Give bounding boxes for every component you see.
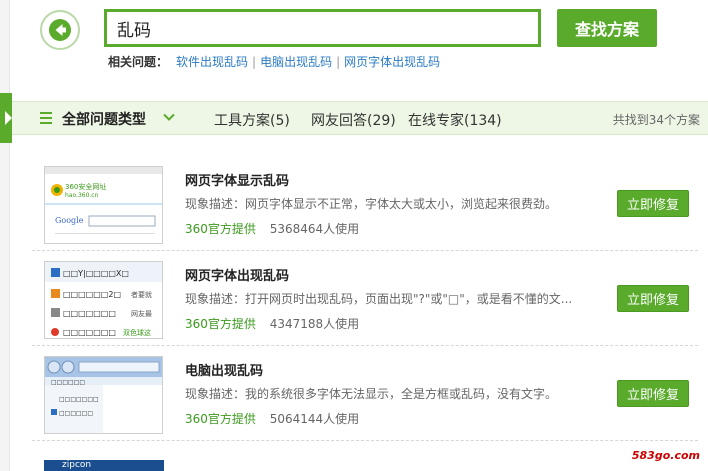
- related-separator: |: [252, 54, 257, 69]
- list-icon: [40, 112, 52, 124]
- thumb-row: □□□□□□: [59, 410, 93, 417]
- result-thumbnail[interactable]: 360安全网址 hao.360.cn Google: [44, 166, 163, 244]
- thumb-engine: Google: [55, 216, 84, 225]
- result-usage: 5368464人使用: [269, 222, 360, 236]
- related-link-computer[interactable]: 电脑出现乱码: [260, 53, 332, 70]
- result-description: 现象描述：我的系统很多字体无法显示，全是方框或乱码，没有文字。: [185, 387, 558, 401]
- result-item: □□Y|□□□□X□ □□□□□□2□ 者要就 □□□□□□□ 网友最 □□□□…: [32, 251, 698, 346]
- tab-netizen-answers[interactable]: 网友回答(29): [311, 110, 396, 130]
- result-usage: 4347188人使用: [269, 317, 360, 331]
- next-result-thumbnail-peek[interactable]: zipcon: [44, 460, 164, 471]
- result-title[interactable]: 电脑出现乱码: [185, 360, 263, 379]
- result-meta: 360官方提供 5064144人使用: [185, 410, 359, 427]
- watermark: 583go.com: [631, 449, 700, 462]
- result-thumbnail[interactable]: □□Y|□□□□X□ □□□□□□2□ 者要就 □□□□□□□ 网友最 □□□□…: [44, 261, 163, 339]
- thumb-side: 双色球这: [123, 328, 151, 337]
- thumbnail-explorer-window-image: □□□□□□ □□□□□□□ □□□□□□: [45, 357, 162, 433]
- search-input[interactable]: [104, 9, 541, 47]
- thumb-domain: hao.360.cn: [65, 192, 99, 199]
- back-arrow-icon: [49, 19, 71, 41]
- result-meta: 360官方提供 4347188人使用: [185, 315, 359, 332]
- tab-tool-solutions[interactable]: 工具方案(5): [214, 110, 290, 130]
- thumbnail-browser-image: 360安全网址 hao.360.cn Google: [45, 167, 162, 243]
- thumb-row: □□□□□□□: [63, 328, 116, 337]
- fix-now-button[interactable]: 立即修复: [617, 380, 689, 407]
- result-thumbnail[interactable]: □□□□□□ □□□□□□□ □□□□□□: [44, 356, 163, 434]
- thumb-brand: 360安全网址: [65, 182, 106, 191]
- result-usage: 5064144人使用: [269, 412, 360, 426]
- chevron-down-icon[interactable]: [163, 111, 175, 123]
- thumb-row: □□Y|□□□□X□: [63, 269, 129, 278]
- result-title[interactable]: 网页字体显示乱码: [185, 170, 289, 189]
- result-item: 360安全网址 hao.360.cn Google 网页字体显示乱码 现象描述：…: [32, 156, 698, 251]
- related-link-webpage-font[interactable]: 网页字体出现乱码: [344, 53, 440, 70]
- search-button[interactable]: 查找方案: [557, 9, 657, 47]
- thumb-row: □□□□□□: [51, 379, 85, 386]
- related-separator: |: [336, 54, 341, 69]
- all-types-dropdown[interactable]: 全部问题类型: [62, 109, 146, 129]
- result-provider: 360官方提供: [185, 222, 256, 236]
- result-provider: 360官方提供: [185, 412, 256, 426]
- tab-online-experts[interactable]: 在线专家(134): [408, 110, 502, 130]
- found-count: 共找到34个方案: [612, 113, 700, 127]
- side-tab-arrow-icon[interactable]: [0, 93, 12, 143]
- result-description: 现象描述：网页字体显示不正常，字体太大或太小，浏览起来很费劲。: [185, 197, 558, 211]
- filter-bar: 全部问题类型 工具方案(5) 网友回答(29) 在线专家(134) 共找到34个…: [12, 101, 708, 135]
- fix-now-button[interactable]: 立即修复: [617, 285, 689, 312]
- thumbnail-garbled-page-image: □□Y|□□□□X□ □□□□□□2□ 者要就 □□□□□□□ 网友最 □□□□…: [45, 262, 162, 338]
- thumb-row: □□□□□□□: [59, 396, 99, 403]
- result-provider: 360官方提供: [185, 317, 256, 331]
- result-item: □□□□□□ □□□□□□□ □□□□□□ 电脑出现乱码 现象描述：我的系统很多…: [32, 346, 698, 441]
- thumb-side: 网友最: [131, 309, 152, 318]
- related-link-software[interactable]: 软件出现乱码: [176, 53, 248, 70]
- result-title[interactable]: 网页字体出现乱码: [185, 265, 289, 284]
- thumb-row: □□□□□□2□: [63, 290, 121, 299]
- related-label: 相关问题：: [108, 55, 169, 69]
- thumb-side: 者要就: [131, 290, 152, 299]
- back-button[interactable]: [40, 10, 80, 50]
- fix-now-button[interactable]: 立即修复: [617, 190, 689, 217]
- related-questions: 相关问题： 软件出现乱码 | 电脑出现乱码 | 网页字体出现乱码: [108, 53, 440, 70]
- thumb-row: □□□□□□□: [63, 309, 116, 318]
- result-description: 现象描述：打开网页时出现乱码，页面出现"?"或"□"，或是看不懂的文...: [185, 292, 573, 306]
- result-meta: 360官方提供 5368464人使用: [185, 220, 359, 237]
- left-rail: [0, 0, 10, 471]
